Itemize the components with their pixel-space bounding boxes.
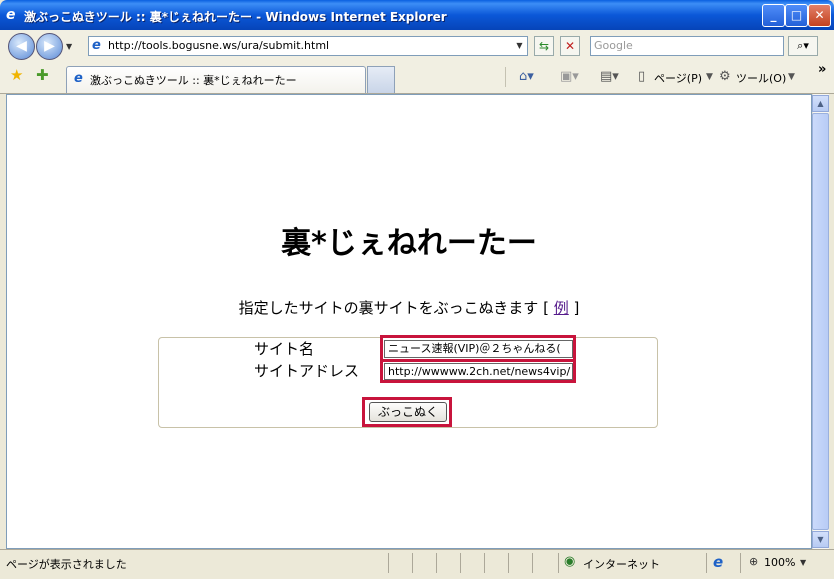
feeds-icon[interactable]: ▣▾ — [560, 69, 579, 85]
search-placeholder: Google — [594, 39, 633, 52]
submit-button[interactable]: ぶっこぬく — [369, 402, 447, 422]
tools-menu[interactable]: ツール(O) — [736, 70, 786, 86]
status-separator — [484, 553, 485, 573]
page-menu-arrow[interactable]: ▼ — [706, 69, 713, 85]
refresh-icon: ⇆ — [538, 39, 550, 53]
stop-button[interactable]: ✕ — [560, 36, 580, 56]
ie-icon: e — [6, 7, 16, 23]
globe-icon: ◉ — [564, 554, 576, 569]
history-dropdown[interactable]: ▼ — [66, 42, 72, 51]
ie-icon: e — [74, 71, 83, 86]
tools-gear-icon[interactable]: ⚙ — [719, 69, 731, 85]
page-description: 指定したサイトの裏サイトをぶっこぬきます [ 例 ] — [0, 297, 818, 318]
search-icon: ⌕▾ — [797, 39, 809, 52]
toolbar-separator — [505, 67, 506, 87]
security-zone: インターネット — [583, 558, 660, 571]
page-icon[interactable]: ▯ — [638, 69, 645, 85]
page-content — [6, 94, 812, 549]
refresh-button[interactable]: ⇆ — [534, 36, 554, 56]
close-button[interactable]: ✕ — [808, 4, 831, 27]
forward-button[interactable]: ▶ — [36, 33, 63, 60]
protected-mode-icon[interactable]: e — [713, 553, 723, 571]
forward-icon: ▶ — [44, 38, 55, 54]
description-text: 指定したサイトの裏サイトをぶっこぬきます — [238, 299, 539, 317]
site-name-input[interactable]: ニュース速報(VIP)＠２ちゃんねる( — [384, 340, 573, 358]
window-title: 激ぶっこぬきツール :: 裏*じぇねれーたー - Windows Interne… — [24, 10, 447, 24]
status-separator — [558, 553, 559, 573]
status-separator — [436, 553, 437, 573]
bracket-open: [ — [543, 299, 549, 317]
address-dropdown[interactable]: ▼ — [512, 37, 527, 55]
status-text: ページが表示されました — [6, 558, 127, 571]
status-separator — [532, 553, 533, 573]
home-icon[interactable]: ⌂▾ — [519, 69, 534, 85]
site-name-label: サイト名 — [254, 340, 315, 358]
minimize-button[interactable]: _ — [762, 4, 785, 27]
toolbar-overflow[interactable]: » — [818, 62, 826, 78]
scroll-down-button[interactable]: ▼ — [812, 531, 829, 548]
tools-menu-arrow[interactable]: ▼ — [788, 69, 795, 85]
print-icon[interactable]: ▤▾ — [600, 69, 619, 85]
page-menu[interactable]: ページ(P) — [654, 70, 702, 86]
status-separator — [388, 553, 389, 573]
zoom-dropdown[interactable]: ▼ — [800, 558, 806, 567]
add-favorites-icon[interactable]: ✚ — [36, 67, 49, 83]
back-icon: ◀ — [16, 38, 27, 54]
page-title: 裏*じぇねれーたー — [281, 226, 537, 261]
zoom-icon: ⊕ — [749, 555, 759, 568]
maximize-button[interactable]: □ — [785, 4, 808, 27]
status-separator — [412, 553, 413, 573]
ie-icon: e — [92, 38, 101, 53]
new-tab-button[interactable] — [367, 66, 395, 93]
status-separator — [508, 553, 509, 573]
scroll-thumb[interactable] — [812, 113, 829, 530]
status-separator — [740, 553, 741, 573]
status-separator — [706, 553, 707, 573]
scroll-up-button[interactable]: ▲ — [812, 95, 829, 112]
search-button[interactable]: ⌕▾ — [788, 36, 818, 56]
back-button[interactable]: ◀ — [8, 33, 35, 60]
tab-label: 激ぶっこぬきツール :: 裏*じぇねれーたー — [90, 74, 297, 87]
favorites-star-icon[interactable]: ★ — [10, 67, 23, 83]
site-address-label: サイトアドレス — [254, 362, 360, 380]
status-separator — [460, 553, 461, 573]
address-url: http://tools.bogusne.ws/ura/submit.html — [108, 39, 330, 52]
stop-icon: ✕ — [564, 39, 576, 53]
site-address-input[interactable]: http://wwwww.2ch.net/news4vip/ — [384, 363, 573, 380]
bracket-close: ] — [573, 299, 580, 317]
example-link[interactable]: 例 — [554, 299, 569, 317]
zoom-level[interactable]: 100% — [764, 556, 795, 569]
